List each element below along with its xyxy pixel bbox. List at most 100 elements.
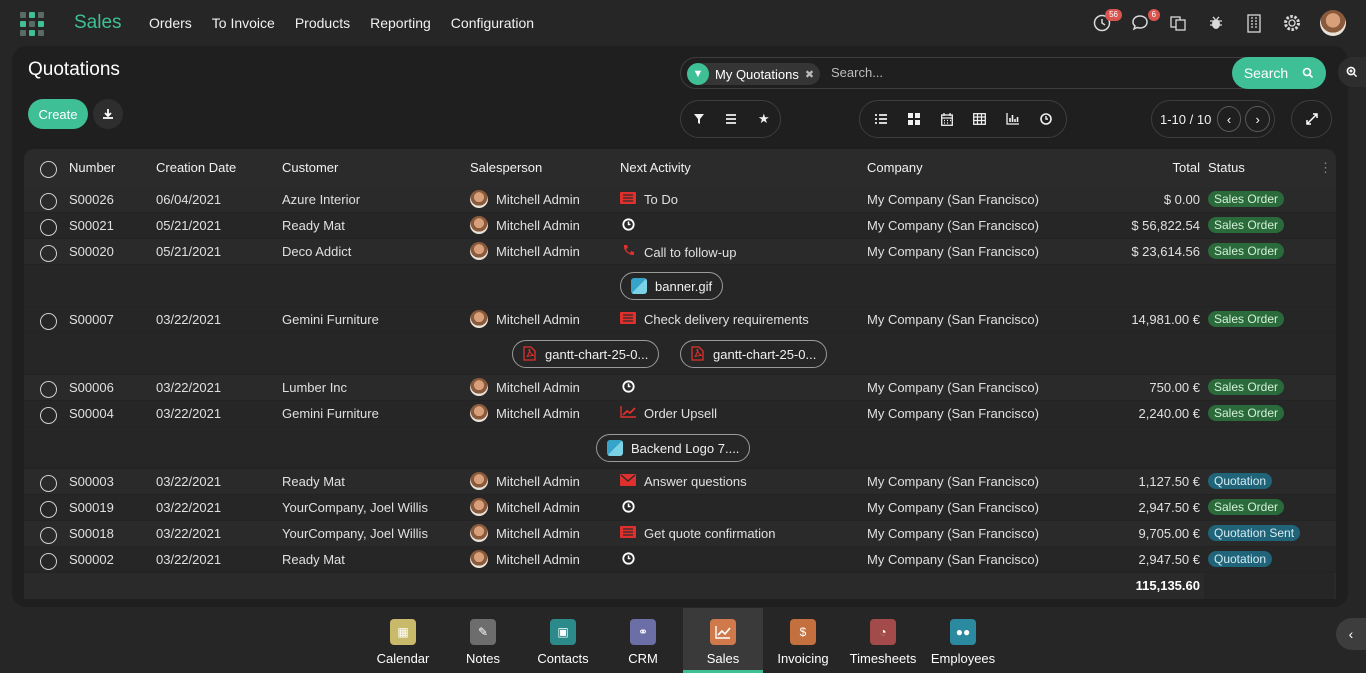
cell-next-activity: Answer questions — [620, 474, 747, 489]
row-checkbox[interactable] — [40, 501, 57, 518]
dock-item-notes[interactable]: ✎ Notes — [443, 608, 523, 673]
graph-view-icon[interactable] — [996, 101, 1029, 137]
dock-label-contacts: Contacts — [537, 651, 589, 666]
table-row[interactable]: S00019 03/22/2021 YourCompany, Joel Will… — [24, 495, 1336, 521]
activity-clock-icon[interactable]: 56 — [1092, 9, 1122, 35]
attachment-chip[interactable]: Backend Logo 7.... — [596, 434, 751, 462]
settings-gear-icon[interactable] — [1282, 11, 1302, 35]
row-checkbox[interactable] — [40, 475, 57, 492]
optional-columns-icon[interactable]: ⋮ — [1319, 160, 1332, 176]
cell-customer: Lumber Inc — [282, 380, 348, 395]
attachment-chip[interactable]: banner.gif — [620, 272, 724, 300]
dock-item-employees[interactable]: ●● Employees — [923, 608, 1003, 673]
menu-item-to-invoice[interactable]: To Invoice — [212, 15, 275, 31]
chevron-left-icon[interactable]: ‹ — [1336, 618, 1366, 650]
menu-item-orders[interactable]: Orders — [149, 15, 192, 31]
todo-icon[interactable] — [620, 192, 636, 207]
list-view-icon[interactable] — [864, 101, 897, 137]
chart-icon[interactable] — [620, 406, 636, 421]
filter-facet[interactable]: ▼ My Quotations ✖ — [687, 63, 821, 85]
dock-item-crm[interactable]: ⚭ CRM — [603, 608, 683, 673]
dock-label-timesheets: Timesheets — [849, 651, 917, 666]
pager-value[interactable]: 1-10 / 10 — [1160, 112, 1217, 127]
language-icon[interactable] — [1168, 11, 1188, 35]
dock-item-timesheets[interactable]: ◔ Timesheets — [843, 608, 923, 673]
todo-icon[interactable] — [620, 312, 636, 327]
group-by-icon[interactable] — [715, 101, 747, 137]
table-row[interactable]: S00020 05/21/2021 Deco Addict Mitchell A… — [24, 239, 1336, 265]
attachment-chip[interactable]: gantt-chart-25-0... — [680, 340, 828, 368]
header-salesperson[interactable]: Salesperson — [470, 160, 542, 175]
header-next-activity[interactable]: Next Activity — [620, 160, 691, 175]
messages-icon[interactable]: 6 — [1130, 9, 1160, 35]
table-row[interactable]: S00018 03/22/2021 YourCompany, Joel Will… — [24, 521, 1336, 547]
dock-item-contacts[interactable]: ▣ Contacts — [523, 608, 603, 673]
company-building-icon[interactable] — [1244, 11, 1264, 35]
pager-previous-icon[interactable]: ‹ — [1216, 106, 1242, 132]
user-avatar[interactable] — [1320, 10, 1346, 36]
dock-label-invoicing: Invoicing — [777, 651, 829, 666]
header-customer[interactable]: Customer — [282, 160, 338, 175]
header-total[interactable]: Total — [1044, 160, 1200, 175]
zoom-icon[interactable] — [1338, 57, 1366, 87]
row-checkbox[interactable] — [40, 527, 57, 544]
search-button[interactable]: Search — [1232, 57, 1326, 89]
fullscreen-expand-icon[interactable] — [1291, 100, 1332, 138]
calendar-view-icon[interactable] — [930, 101, 963, 137]
table-row[interactable]: S00007 03/22/2021 Gemini Furniture Mitch… — [24, 307, 1336, 333]
row-checkbox[interactable] — [40, 245, 57, 262]
attachment-chip[interactable]: gantt-chart-25-0... — [512, 340, 660, 368]
todo-icon[interactable] — [620, 526, 636, 541]
pivot-view-icon[interactable] — [963, 101, 996, 137]
clock-icon[interactable] — [620, 552, 636, 568]
row-checkbox[interactable] — [40, 381, 57, 398]
download-button[interactable] — [93, 99, 123, 129]
dock-item-invoicing[interactable]: $ Invoicing — [763, 608, 843, 673]
cell-number: S00018 — [69, 526, 114, 541]
table-row[interactable]: S00021 05/21/2021 Ready Mat Mitchell Adm… — [24, 213, 1336, 239]
pager-next-icon[interactable]: › — [1245, 106, 1271, 132]
bug-icon[interactable] — [1206, 11, 1226, 35]
apps-menu-icon[interactable] — [20, 12, 44, 36]
row-checkbox[interactable] — [40, 407, 57, 424]
cell-salesperson: Mitchell Admin — [470, 498, 580, 517]
phone-icon[interactable] — [620, 244, 636, 260]
search-icon — [1302, 67, 1314, 79]
app-brand[interactable]: Sales — [74, 12, 122, 34]
header-creation-date[interactable]: Creation Date — [156, 160, 236, 175]
select-all-checkbox[interactable] — [40, 161, 57, 178]
filters-icon[interactable] — [683, 101, 715, 137]
row-checkbox[interactable] — [40, 193, 57, 210]
quotations-table: Number Creation Date Customer Salesperso… — [24, 149, 1336, 599]
table-row[interactable]: S00003 03/22/2021 Ready Mat Mitchell Adm… — [24, 469, 1336, 495]
menu-item-products[interactable]: Products — [295, 15, 350, 31]
pager: 1-10 / 10 ‹ › — [1151, 100, 1275, 138]
table-row[interactable]: S00026 06/04/2021 Azure Interior Mitchel… — [24, 187, 1336, 213]
kanban-view-icon[interactable] — [897, 101, 930, 137]
activity-view-icon[interactable] — [1029, 101, 1062, 137]
header-status[interactable]: Status — [1208, 160, 1245, 175]
table-row[interactable]: S00004 03/22/2021 Gemini Furniture Mitch… — [24, 401, 1336, 427]
status-badge: Sales Order — [1208, 405, 1285, 421]
mail-icon[interactable] — [620, 474, 636, 489]
clock-icon[interactable] — [620, 218, 636, 234]
clock-icon[interactable] — [620, 380, 636, 396]
table-row[interactable]: S00002 03/22/2021 Ready Mat Mitchell Adm… — [24, 547, 1336, 573]
favorites-star-icon[interactable]: ★ — [748, 101, 780, 137]
header-company[interactable]: Company — [867, 160, 923, 175]
salesperson-avatar — [470, 378, 488, 397]
remove-facet-icon[interactable]: ✖ — [805, 68, 814, 81]
header-number[interactable]: Number — [69, 160, 115, 175]
cell-creation-date: 03/22/2021 — [156, 406, 222, 421]
search-input[interactable] — [831, 65, 1211, 80]
create-button[interactable]: Create — [28, 99, 88, 129]
row-checkbox[interactable] — [40, 313, 57, 330]
dock-item-sales[interactable]: Sales — [683, 608, 763, 673]
dock-item-calendar[interactable]: ▦ Calendar — [363, 608, 443, 673]
menu-item-reporting[interactable]: Reporting — [370, 15, 431, 31]
row-checkbox[interactable] — [40, 219, 57, 236]
row-checkbox[interactable] — [40, 553, 57, 570]
menu-item-configuration[interactable]: Configuration — [451, 15, 534, 31]
table-row[interactable]: S00006 03/22/2021 Lumber Inc Mitchell Ad… — [24, 375, 1336, 401]
clock-icon[interactable] — [620, 500, 636, 516]
